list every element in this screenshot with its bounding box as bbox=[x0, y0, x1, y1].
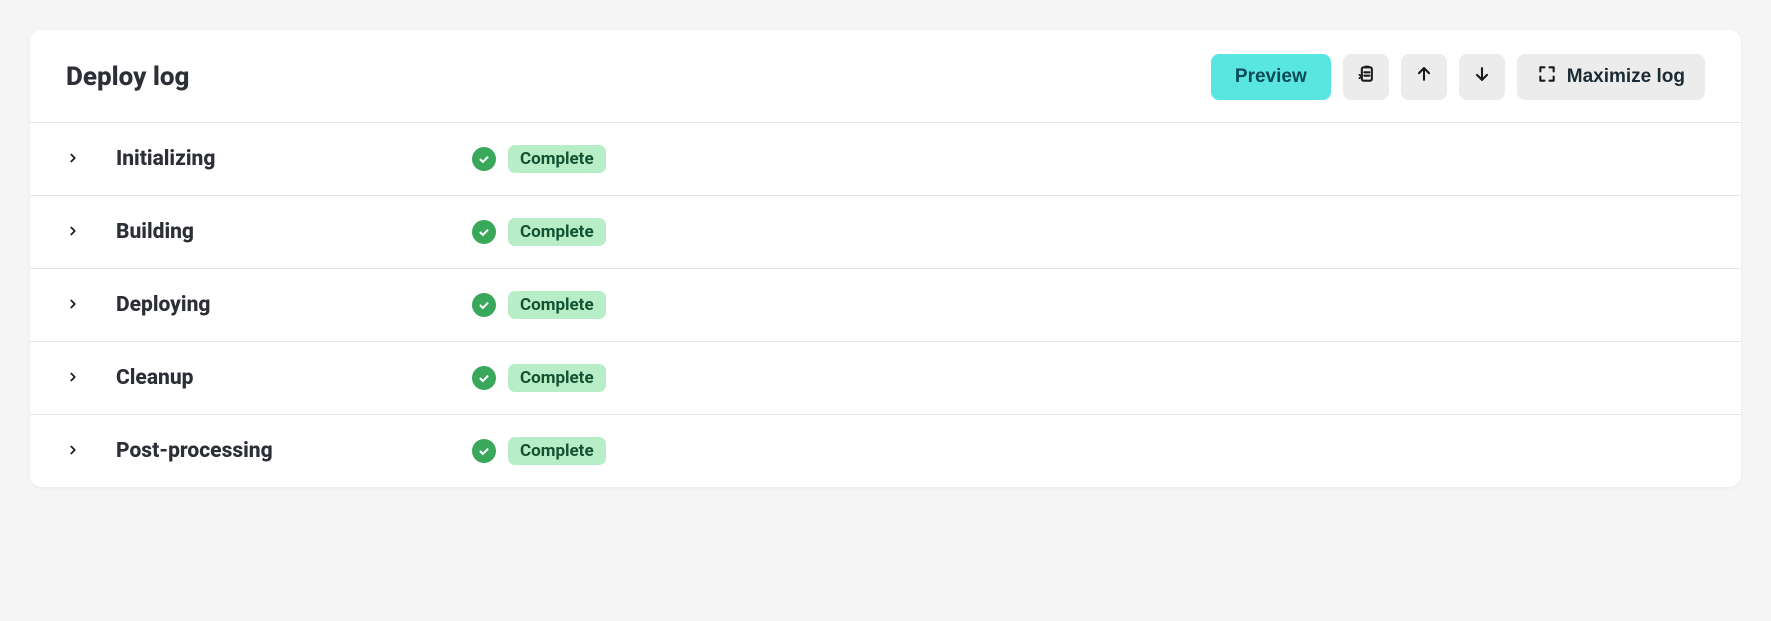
card-header: Deploy log Preview bbox=[30, 30, 1741, 123]
check-circle-icon bbox=[472, 366, 496, 390]
status-badge: Complete bbox=[508, 437, 606, 465]
scroll-down-button[interactable] bbox=[1459, 54, 1505, 100]
stage-status: Complete bbox=[472, 145, 606, 173]
stage-status: Complete bbox=[472, 291, 606, 319]
stage-row-post-processing[interactable]: Post-processing Complete bbox=[30, 415, 1741, 487]
deploy-log-card: Deploy log Preview bbox=[30, 30, 1741, 487]
stage-status: Complete bbox=[472, 437, 606, 465]
preview-label: Preview bbox=[1235, 66, 1307, 88]
check-circle-icon bbox=[472, 293, 496, 317]
stage-name: Cleanup bbox=[116, 366, 472, 390]
scroll-up-button[interactable] bbox=[1401, 54, 1447, 100]
stage-row-building[interactable]: Building Complete bbox=[30, 196, 1741, 269]
page-title: Deploy log bbox=[66, 62, 189, 92]
clipboard-icon bbox=[1356, 64, 1376, 90]
check-circle-icon bbox=[472, 439, 496, 463]
maximize-log-button[interactable]: Maximize log bbox=[1517, 54, 1705, 100]
stage-list: Initializing Complete Building Complete bbox=[30, 123, 1741, 487]
stage-name: Building bbox=[116, 220, 472, 244]
maximize-label: Maximize log bbox=[1567, 66, 1685, 88]
arrow-up-icon bbox=[1414, 64, 1434, 90]
stage-status: Complete bbox=[472, 218, 606, 246]
status-badge: Complete bbox=[508, 291, 606, 319]
expand-toggle[interactable] bbox=[66, 223, 116, 242]
expand-toggle[interactable] bbox=[66, 296, 116, 315]
copy-log-button[interactable] bbox=[1343, 54, 1389, 100]
stage-name: Initializing bbox=[116, 147, 472, 171]
stage-row-cleanup[interactable]: Cleanup Complete bbox=[30, 342, 1741, 415]
expand-toggle[interactable] bbox=[66, 442, 116, 461]
expand-toggle[interactable] bbox=[66, 369, 116, 388]
check-circle-icon bbox=[472, 147, 496, 171]
status-badge: Complete bbox=[508, 364, 606, 392]
preview-button[interactable]: Preview bbox=[1211, 54, 1331, 100]
maximize-icon bbox=[1537, 64, 1557, 90]
chevron-right-icon bbox=[66, 296, 80, 315]
status-badge: Complete bbox=[508, 218, 606, 246]
arrow-down-icon bbox=[1472, 64, 1492, 90]
expand-toggle[interactable] bbox=[66, 150, 116, 169]
check-circle-icon bbox=[472, 220, 496, 244]
stage-name: Deploying bbox=[116, 293, 472, 317]
stage-name: Post-processing bbox=[116, 439, 472, 463]
stage-row-initializing[interactable]: Initializing Complete bbox=[30, 123, 1741, 196]
chevron-right-icon bbox=[66, 150, 80, 169]
status-badge: Complete bbox=[508, 145, 606, 173]
header-actions: Preview bbox=[1211, 54, 1705, 100]
chevron-right-icon bbox=[66, 442, 80, 461]
stage-status: Complete bbox=[472, 364, 606, 392]
stage-row-deploying[interactable]: Deploying Complete bbox=[30, 269, 1741, 342]
chevron-right-icon bbox=[66, 369, 80, 388]
chevron-right-icon bbox=[66, 223, 80, 242]
